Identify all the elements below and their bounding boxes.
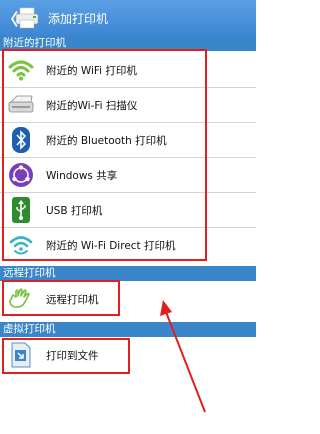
annotation-arrow — [160, 300, 206, 413]
